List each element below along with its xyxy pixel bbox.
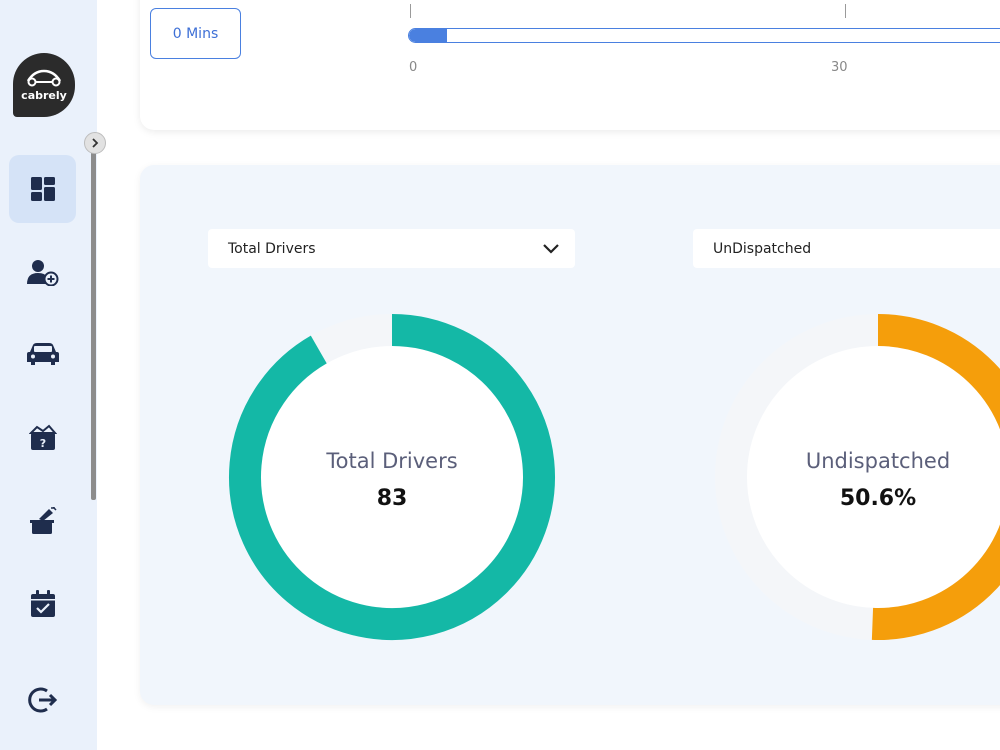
sidebar-item-help-requests[interactable]: ? — [9, 404, 76, 472]
wait-time-card — [140, 0, 1000, 130]
add-user-icon — [26, 260, 58, 286]
dropdown-label: UnDispatched — [713, 240, 812, 257]
calendar-check-icon — [30, 590, 55, 617]
total-drivers-title: Total Drivers — [326, 449, 458, 473]
cabrely-logo[interactable]: cabrely — [13, 53, 75, 117]
undispatched-value: 50.6% — [839, 486, 917, 511]
wait-time-slider[interactable] — [408, 28, 1000, 43]
sidebar: cabrely ? — [0, 0, 97, 750]
undispatched-donut — [715, 314, 1000, 640]
sidebar-scrollbar[interactable] — [91, 152, 96, 500]
total-drivers-donut — [229, 314, 555, 640]
slider-tick-30 — [845, 4, 846, 18]
logout-button[interactable] — [9, 666, 76, 734]
sidebar-item-add-user[interactable] — [9, 238, 76, 306]
svg-text:?: ? — [39, 437, 45, 450]
slider-tick-label-30: 30 — [831, 60, 848, 75]
slider-tick-0 — [410, 4, 411, 18]
chevron-right-icon — [92, 138, 99, 148]
dropdown-label: Total Drivers — [228, 240, 316, 257]
sidebar-item-dispatch[interactable] — [9, 487, 76, 555]
slider-tick-label-0: 0 — [409, 60, 418, 75]
sidebar-item-schedule[interactable] — [9, 570, 76, 638]
dispatch-box-icon — [29, 507, 57, 534]
slider-fill[interactable] — [409, 29, 447, 42]
car-icon — [26, 343, 59, 365]
undispatched-title: Undispatched — [805, 449, 951, 473]
car-logo-icon — [26, 69, 62, 86]
logout-icon — [27, 687, 57, 713]
mins-button[interactable]: 0 Mins — [150, 8, 241, 59]
sidebar-collapse-button[interactable] — [84, 132, 106, 154]
sidebar-item-dashboard[interactable] — [9, 155, 76, 223]
sidebar-item-vehicles[interactable] — [9, 320, 76, 388]
total-drivers-value: 83 — [376, 486, 408, 511]
logo-text: cabrely — [21, 88, 67, 102]
help-box-icon: ? — [28, 424, 57, 450]
chevron-down-icon — [543, 243, 559, 254]
undispatched-dropdown[interactable]: UnDispatched — [693, 229, 1000, 268]
total-drivers-dropdown[interactable]: Total Drivers — [208, 229, 575, 268]
dashboard-icon — [30, 177, 55, 201]
